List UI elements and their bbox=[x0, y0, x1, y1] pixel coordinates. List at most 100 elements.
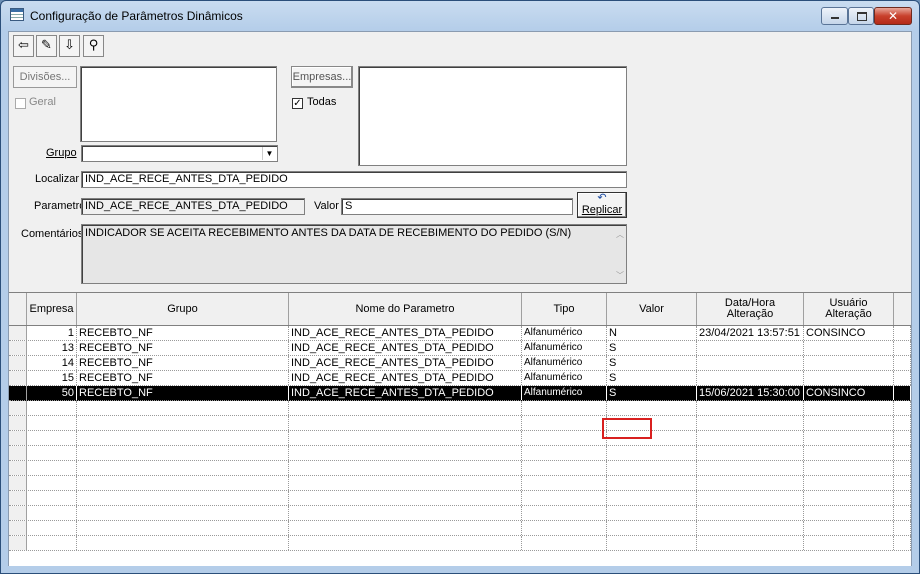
cell-filler[interactable] bbox=[894, 521, 911, 535]
search-button[interactable]: ⚲ bbox=[83, 35, 104, 57]
cell-data[interactable]: 23/04/2021 13:57:51 bbox=[697, 326, 804, 340]
cell-grupo[interactable]: RECEBTO_NF bbox=[77, 386, 289, 400]
header-valor[interactable]: Valor bbox=[607, 293, 697, 325]
grupo-combo[interactable]: ▼ bbox=[81, 145, 278, 162]
valor-input[interactable]: S bbox=[341, 198, 573, 215]
empty-row[interactable] bbox=[9, 461, 911, 476]
cell-grupo[interactable]: RECEBTO_NF bbox=[77, 371, 289, 385]
cell-nome[interactable] bbox=[289, 536, 522, 550]
cell-nome[interactable]: IND_ACE_RECE_ANTES_DTA_PEDIDO bbox=[289, 386, 522, 400]
row-indicator[interactable] bbox=[9, 476, 27, 490]
cell-tipo[interactable] bbox=[522, 416, 607, 430]
empresas-button[interactable]: Empresas... bbox=[291, 66, 353, 88]
empty-row[interactable] bbox=[9, 476, 911, 491]
cell-filler[interactable] bbox=[894, 341, 911, 355]
scroll-up-icon[interactable]: ︿ bbox=[616, 229, 624, 240]
cell-nome[interactable] bbox=[289, 476, 522, 490]
cell-valor[interactable]: S bbox=[607, 356, 697, 370]
row-indicator[interactable] bbox=[9, 461, 27, 475]
cell-empresa[interactable]: 14 bbox=[27, 356, 77, 370]
cell-data[interactable] bbox=[697, 461, 804, 475]
cell-grupo[interactable] bbox=[77, 476, 289, 490]
cell-valor[interactable] bbox=[607, 521, 697, 535]
cell-usuario[interactable] bbox=[804, 341, 894, 355]
exit-button[interactable]: ⇦ bbox=[13, 35, 34, 57]
row-indicator[interactable] bbox=[9, 536, 27, 550]
save-button[interactable]: ⇩ bbox=[59, 35, 80, 57]
chevron-down-icon[interactable]: ▼ bbox=[262, 147, 276, 160]
cell-tipo[interactable] bbox=[522, 491, 607, 505]
row-indicator[interactable] bbox=[9, 521, 27, 535]
cell-usuario[interactable] bbox=[804, 431, 894, 445]
header-tipo[interactable]: Tipo bbox=[522, 293, 607, 325]
cell-tipo[interactable]: Alfanumérico bbox=[522, 326, 607, 340]
cell-usuario[interactable] bbox=[804, 356, 894, 370]
localizar-input[interactable]: IND_ACE_RECE_ANTES_DTA_PEDIDO bbox=[81, 171, 627, 188]
cell-valor[interactable] bbox=[607, 491, 697, 505]
cell-filler[interactable] bbox=[894, 461, 911, 475]
row-indicator[interactable] bbox=[9, 431, 27, 445]
header-grupo[interactable]: Grupo bbox=[77, 293, 289, 325]
cell-tipo[interactable] bbox=[522, 521, 607, 535]
cell-grupo[interactable] bbox=[77, 506, 289, 520]
cell-usuario[interactable] bbox=[804, 401, 894, 415]
cell-filler[interactable] bbox=[894, 416, 911, 430]
cell-filler[interactable] bbox=[894, 476, 911, 490]
cell-data[interactable] bbox=[697, 536, 804, 550]
cell-empresa[interactable] bbox=[27, 401, 77, 415]
edit-button[interactable]: ✎ bbox=[36, 35, 57, 57]
header-data[interactable]: Data/Hora Alteração bbox=[697, 293, 804, 325]
cell-usuario[interactable] bbox=[804, 371, 894, 385]
cell-usuario[interactable] bbox=[804, 446, 894, 460]
row-indicator[interactable] bbox=[9, 326, 27, 340]
cell-usuario[interactable]: CONSINCO bbox=[804, 386, 894, 400]
cell-tipo[interactable]: Alfanumérico bbox=[522, 371, 607, 385]
cell-usuario[interactable] bbox=[804, 536, 894, 550]
cell-valor[interactable] bbox=[607, 476, 697, 490]
empty-row[interactable] bbox=[9, 521, 911, 536]
cell-grupo[interactable] bbox=[77, 431, 289, 445]
close-button[interactable]: ✕ bbox=[874, 7, 912, 25]
cell-tipo[interactable] bbox=[522, 536, 607, 550]
empty-row[interactable] bbox=[9, 401, 911, 416]
cell-empresa[interactable]: 15 bbox=[27, 371, 77, 385]
cell-empresa[interactable] bbox=[27, 446, 77, 460]
row-indicator[interactable] bbox=[9, 416, 27, 430]
cell-empresa[interactable] bbox=[27, 491, 77, 505]
empty-row[interactable] bbox=[9, 491, 911, 506]
cell-nome[interactable] bbox=[289, 461, 522, 475]
cell-data[interactable] bbox=[697, 341, 804, 355]
cell-tipo[interactable]: Alfanumérico bbox=[522, 341, 607, 355]
cell-grupo[interactable]: RECEBTO_NF bbox=[77, 326, 289, 340]
divisoes-list[interactable] bbox=[80, 66, 277, 142]
cell-filler[interactable] bbox=[894, 446, 911, 460]
cell-filler[interactable] bbox=[894, 506, 911, 520]
row-indicator[interactable] bbox=[9, 446, 27, 460]
cell-usuario[interactable] bbox=[804, 416, 894, 430]
cell-filler[interactable] bbox=[894, 371, 911, 385]
cell-valor[interactable] bbox=[607, 461, 697, 475]
header-nome[interactable]: Nome do Parametro bbox=[289, 293, 522, 325]
cell-empresa[interactable] bbox=[27, 536, 77, 550]
empty-row[interactable] bbox=[9, 431, 911, 446]
cell-data[interactable] bbox=[697, 521, 804, 535]
cell-tipo[interactable] bbox=[522, 461, 607, 475]
cell-data[interactable] bbox=[697, 446, 804, 460]
cell-filler[interactable] bbox=[894, 431, 911, 445]
cell-empresa[interactable]: 13 bbox=[27, 341, 77, 355]
header-empresa[interactable]: Empresa bbox=[27, 293, 77, 325]
cell-nome[interactable] bbox=[289, 431, 522, 445]
cell-valor[interactable]: N bbox=[607, 326, 697, 340]
cell-nome[interactable] bbox=[289, 506, 522, 520]
cell-nome[interactable]: IND_ACE_RECE_ANTES_DTA_PEDIDO bbox=[289, 356, 522, 370]
cell-data[interactable] bbox=[697, 356, 804, 370]
cell-empresa[interactable] bbox=[27, 476, 77, 490]
row-indicator[interactable] bbox=[9, 341, 27, 355]
cell-filler[interactable] bbox=[894, 386, 911, 400]
geral-checkbox[interactable] bbox=[15, 98, 26, 109]
table-row[interactable]: 14 RECEBTO_NF IND_ACE_RECE_ANTES_DTA_PEDID… bbox=[9, 356, 911, 371]
cell-valor[interactable] bbox=[607, 446, 697, 460]
table-row[interactable]: 1 RECEBTO_NF IND_ACE_RECE_ANTES_DTA_PEDIDO… bbox=[9, 326, 911, 341]
cell-tipo[interactable] bbox=[522, 446, 607, 460]
empty-row[interactable] bbox=[9, 446, 911, 461]
